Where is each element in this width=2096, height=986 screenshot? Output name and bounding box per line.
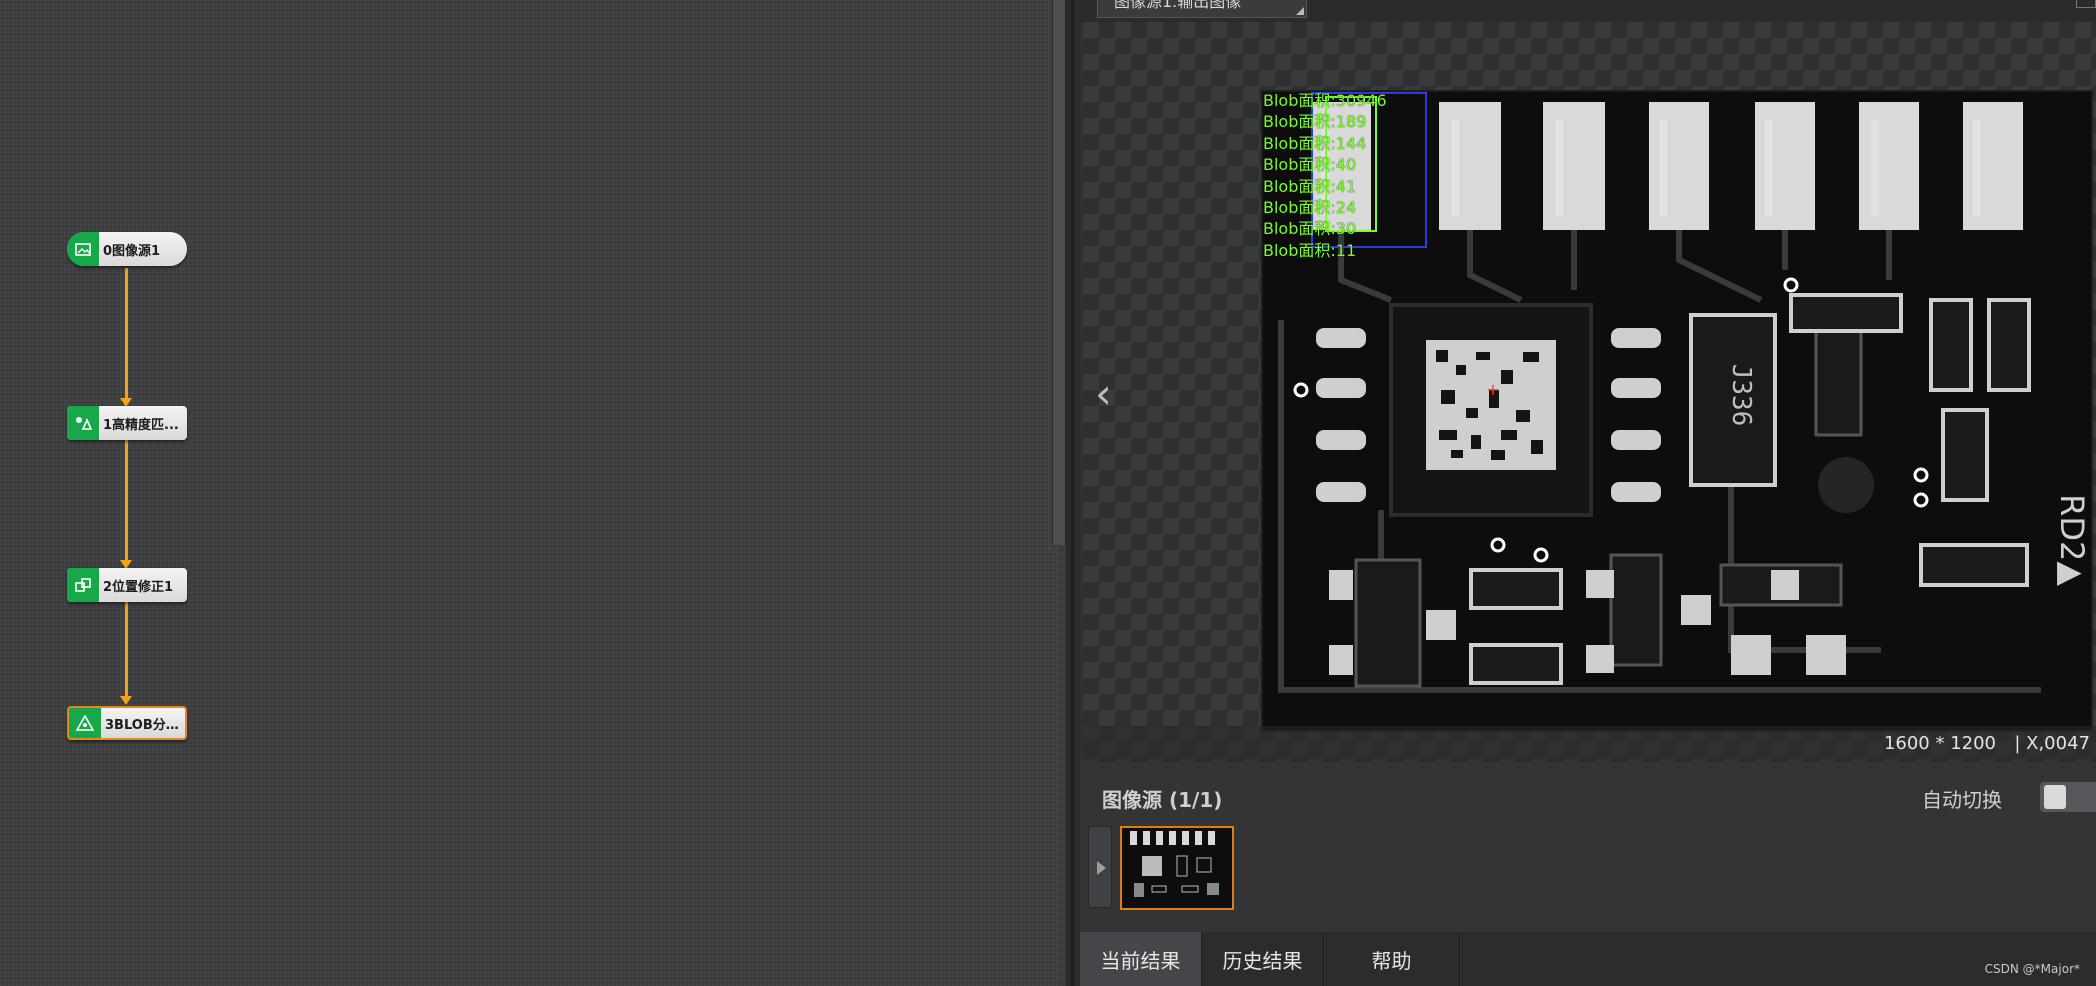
app-root: 0图像源1 1高精度匹... 2位置修正1 3BLOB分析1 图像源1.输出图像…	[0, 0, 2096, 986]
blob-area-label: Blob面积:24	[1263, 198, 1357, 218]
blob-analysis-icon	[69, 708, 101, 738]
blob-area-label: Blob面积:189	[1263, 112, 1367, 132]
connector-line	[125, 440, 128, 562]
image-resolution: 1600 * 1200	[1883, 733, 1996, 754]
svg-text:J336: J336	[1726, 364, 1756, 427]
image-source-select[interactable]: 图像源1.输出图像	[1097, 0, 1307, 18]
tab-history-result[interactable]: 历史结果	[1202, 932, 1324, 986]
connector-line	[125, 268, 128, 398]
tab-current-result[interactable]: 当前结果	[1080, 932, 1202, 986]
flow-node-position-correction[interactable]: 2位置修正1	[67, 568, 187, 602]
blob-area-label: Blob面积:30	[1263, 219, 1357, 239]
blob-result-list: Blob面积:30946 Blob面积:189 Blob面积:144 Blob面…	[1263, 90, 1387, 261]
cursor-coordinate: | X,0047	[2014, 733, 2090, 754]
connector-line	[125, 602, 128, 698]
watermark: CSDN @*Major*	[1984, 962, 2080, 976]
maximize-button[interactable]	[2076, 0, 2096, 8]
image-source-title: 图像源 (1/1)	[1102, 788, 1223, 812]
blob-area-label: Blob面积:41	[1263, 176, 1357, 196]
blob-area-label: Blob面积:40	[1263, 155, 1357, 175]
blob-area-label: Blob面积:11	[1263, 240, 1357, 260]
flow-node-label: 2位置修正1	[103, 579, 174, 595]
chevron-left-icon[interactable]: ‹	[1095, 372, 1119, 416]
image-source-select-value: 图像源1.输出图像	[1114, 0, 1242, 11]
flow-node-blob-analysis[interactable]: 3BLOB分析1	[67, 706, 187, 740]
flow-node-label: 1高精度匹...	[103, 417, 179, 433]
flow-node-label: 3BLOB分析1	[105, 717, 185, 733]
flow-node-high-precision-match[interactable]: 1高精度匹...	[67, 406, 187, 440]
thumbnail-expand-button[interactable]	[1088, 826, 1112, 908]
viewer-status-bar: 1600 * 1200 | X,0047	[1083, 726, 2096, 762]
panel-splitter[interactable]	[1066, 0, 1080, 986]
svg-text:+: +	[1486, 380, 1499, 399]
flow-node-label: 0图像源1	[103, 243, 161, 259]
flow-node-image-source[interactable]: 0图像源1	[67, 232, 187, 266]
image-viewer[interactable]: ‹ J336 RD2▲ + Blob面积:30946 Blob面积:189 Bl…	[1083, 22, 2096, 762]
result-panel: 图像源1.输出图像 ‹ J336 RD2▲ + Blob面积:30946 Blo…	[1080, 0, 2096, 986]
position-fix-icon	[67, 568, 99, 602]
blob-area-label: Blob面积:144	[1263, 133, 1367, 153]
result-tabs: 当前结果 历史结果 帮助 CSDN @*Major*	[1080, 932, 2096, 986]
blob-area-label: Blob面积:30946	[1263, 91, 1387, 110]
toggle-knob	[2044, 785, 2066, 809]
image-thumbnail[interactable]	[1120, 826, 1234, 910]
canvas-scrollbar[interactable]	[1052, 0, 1066, 545]
pattern-match-icon	[67, 406, 99, 440]
svg-text:RD2▲: RD2▲	[2053, 494, 2091, 586]
tab-help[interactable]: 帮助	[1324, 932, 1460, 986]
flow-canvas[interactable]: 0图像源1 1高精度匹... 2位置修正1 3BLOB分析1	[0, 0, 1060, 986]
connector-arrow	[120, 696, 132, 705]
auto-switch-toggle[interactable]	[2040, 782, 2096, 812]
viewer-header: 图像源1.输出图像	[1080, 0, 2096, 22]
auto-switch-label: 自动切换	[1922, 788, 2002, 812]
image-icon	[67, 232, 99, 266]
pcb-thumbnail-image	[1122, 828, 1232, 908]
image-source-bar: 图像源 (1/1) 自动切换	[1080, 762, 2096, 932]
dropdown-corner-icon	[1296, 7, 1304, 15]
